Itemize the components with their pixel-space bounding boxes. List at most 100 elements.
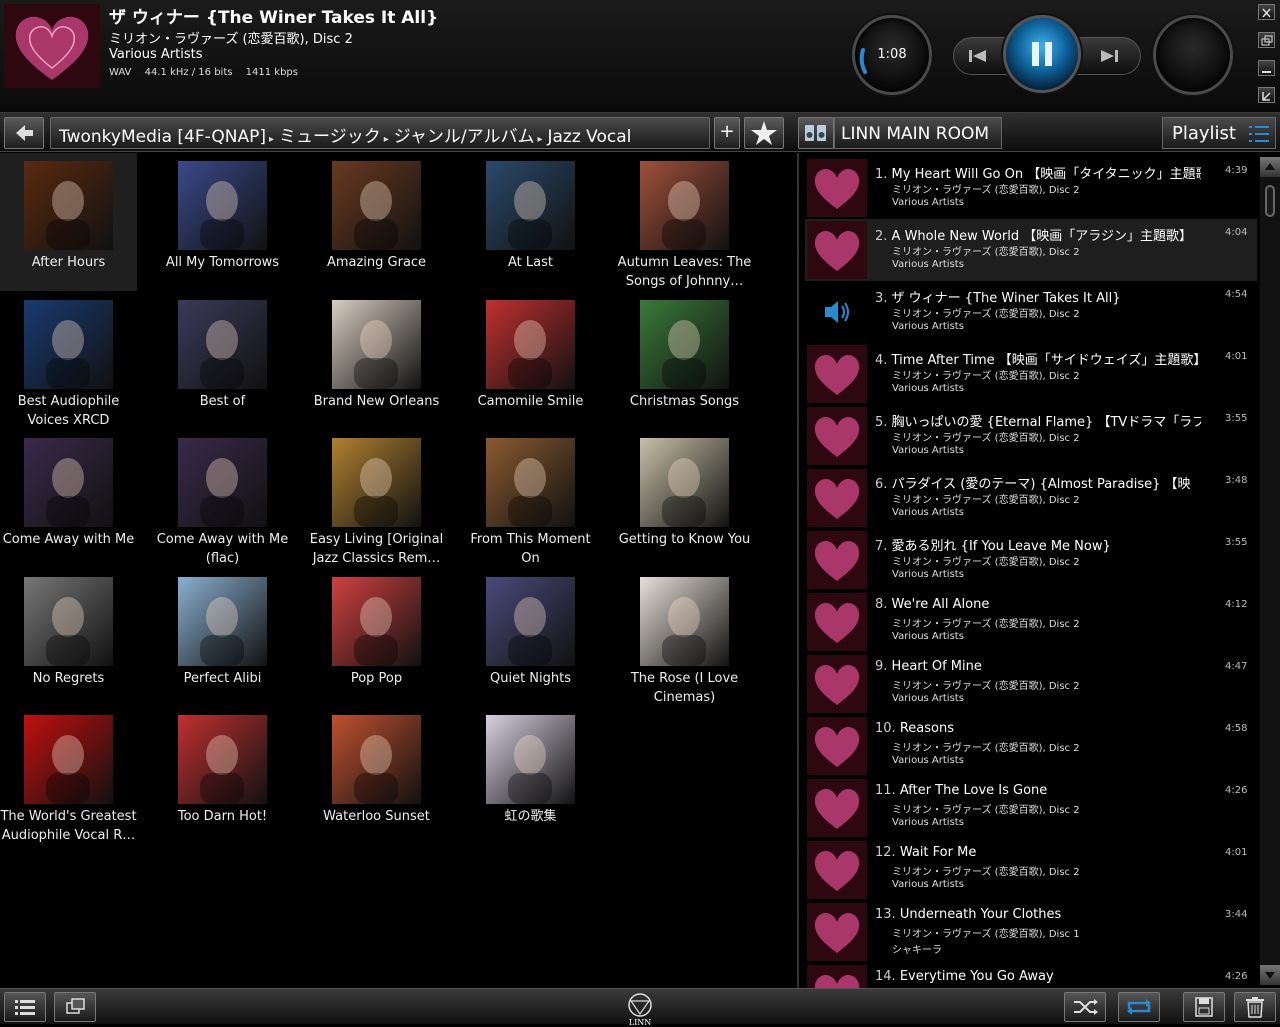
album-cover[interactable] <box>24 300 113 389</box>
album-tile[interactable]: From This Moment On <box>462 430 599 568</box>
album-cover[interactable] <box>24 438 113 527</box>
previous-track-button[interactable] <box>955 40 1000 72</box>
album-tile[interactable]: Autumn Leaves: The Songs of Johnny… <box>616 153 753 291</box>
album-tile[interactable]: At Last <box>462 153 599 291</box>
now-playing-album: ミリオン・ラヴァーズ (恋愛百歌), Disc 2 <box>109 32 353 47</box>
playlist-track[interactable]: 10. Reasons ミリオン・ラヴァーズ (恋愛百歌), Disc 2 Vari… <box>805 715 1257 777</box>
delete-playlist-button[interactable] <box>1234 992 1276 1022</box>
album-tile[interactable]: No Regrets <box>0 569 137 707</box>
playlist-track[interactable]: 14. Everytime You Go Away 4:26 <box>805 963 1257 988</box>
playlist-track[interactable]: 6. パラダイス (愛のテーマ) {Almost Paradise} 【映 ミリオ… <box>805 467 1257 529</box>
album-tile[interactable]: Come Away with Me (flac) <box>154 430 291 568</box>
album-cover[interactable] <box>332 438 421 527</box>
playlist-track[interactable]: 1. My Heart Will Go On 【映画「タイタニック」主題歌】 ミリ… <box>805 157 1257 219</box>
playlist-track[interactable]: 3. ザ ウィナー {The Winer Takes It All} ミリオン・ラ… <box>805 281 1257 343</box>
album-tile[interactable]: Best Audiophile Voices XRCD <box>0 292 137 430</box>
album-tile[interactable]: Brand New Orleans <box>308 292 445 430</box>
repeat-button[interactable] <box>1118 992 1160 1022</box>
album-cover[interactable] <box>24 161 113 250</box>
album-tile[interactable]: Too Darn Hot! <box>154 707 291 845</box>
playlist-track[interactable]: 11. After The Love Is Gone ミリオン・ラヴァーズ (恋愛… <box>805 777 1257 839</box>
track-artist: Various Artists <box>892 817 964 828</box>
album-cover[interactable] <box>486 438 575 527</box>
breadcrumb-item-jazz-vocal[interactable]: Jazz Vocal <box>548 127 632 147</box>
back-button[interactable] <box>4 117 44 149</box>
album-tile[interactable]: Pop Pop <box>308 569 445 707</box>
album-tile[interactable]: Amazing Grace <box>308 153 445 291</box>
linn-logo-icon <box>628 993 652 1017</box>
now-playing-album-art[interactable] <box>4 4 100 88</box>
album-cover[interactable] <box>486 577 575 666</box>
breadcrumb-item-genre-album[interactable]: ジャンル/アルバム <box>394 127 535 147</box>
album-tile[interactable]: After Hours <box>0 153 137 291</box>
restore-window-button[interactable] <box>1258 32 1275 48</box>
playlist-scrollbar[interactable] <box>1260 157 1280 985</box>
window-mode-button[interactable] <box>54 992 96 1022</box>
elapsed-time-dial[interactable]: 1:08 <box>852 15 932 95</box>
album-cover[interactable] <box>332 161 421 250</box>
album-cover[interactable] <box>332 300 421 389</box>
album-cover[interactable] <box>332 577 421 666</box>
album-cover[interactable] <box>640 161 729 250</box>
playlist-track[interactable]: 9. Heart Of Mine ミリオン・ラヴァーズ (恋愛百歌), Disc … <box>805 653 1257 715</box>
playlist-toggle-button[interactable]: Playlist <box>1162 117 1276 149</box>
plus-icon: + <box>719 121 735 142</box>
track-title: After The Love Is Gone <box>899 783 1048 798</box>
scroll-up-button[interactable] <box>1260 157 1280 177</box>
album-cover[interactable] <box>178 438 267 527</box>
album-tile[interactable]: The World's Greatest Audiophile Vocal R… <box>0 707 137 845</box>
album-tile[interactable]: The Rose (I Love Cinemas) <box>616 569 753 707</box>
album-tile[interactable]: Waterloo Sunset <box>308 707 445 845</box>
scrollbar-thumb[interactable] <box>1265 185 1275 217</box>
room-select-button[interactable] <box>798 117 834 149</box>
close-window-button[interactable] <box>1258 4 1275 20</box>
album-cover[interactable] <box>640 300 729 389</box>
album-cover[interactable] <box>486 161 575 250</box>
album-tile[interactable]: Camomile Smile <box>462 292 599 430</box>
album-cover[interactable] <box>640 577 729 666</box>
album-tile[interactable]: All My Tomorrows <box>154 153 291 291</box>
save-playlist-button[interactable] <box>1183 992 1225 1022</box>
mini-mode-button[interactable] <box>1258 87 1275 103</box>
playlist-track[interactable]: 12. Wait For Me ミリオン・ラヴァーズ (恋愛百歌), Disc 2… <box>805 839 1257 901</box>
bookmark-button[interactable] <box>744 117 784 149</box>
minimize-window-button[interactable] <box>1258 60 1275 76</box>
playlist-panel: 1. My Heart Will Go On 【映画「タイタニック」主題歌】 ミリ… <box>797 153 1280 988</box>
scroll-down-button[interactable] <box>1260 965 1280 985</box>
shuffle-button[interactable] <box>1064 992 1106 1022</box>
breadcrumb-item-server[interactable]: TwonkyMedia [4F-QNAP] <box>59 127 266 147</box>
album-cover[interactable] <box>24 577 113 666</box>
album-tile[interactable]: Perfect Alibi <box>154 569 291 707</box>
playlist-track[interactable]: 7. 愛ある別れ {If You Leave Me Now} ミリオン・ラヴァーズ… <box>805 529 1257 591</box>
album-cover[interactable] <box>486 715 575 804</box>
album-cover[interactable] <box>640 438 729 527</box>
album-tile[interactable]: Quiet Nights <box>462 569 599 707</box>
album-cover[interactable] <box>178 715 267 804</box>
next-track-button[interactable] <box>1087 40 1132 72</box>
volume-dial[interactable] <box>1153 15 1233 95</box>
album-tile[interactable]: Come Away with Me <box>0 430 137 568</box>
playlist-track[interactable]: 4. Time After Time 【映画「サイドウェイズ」主題歌】 ミリオン・… <box>805 343 1257 405</box>
breadcrumb-item-music[interactable]: ミュージック <box>279 127 381 147</box>
menu-button[interactable] <box>4 992 46 1022</box>
pause-button[interactable] <box>1003 15 1081 93</box>
album-tile[interactable]: 虹の歌集 <box>462 707 599 845</box>
room-name[interactable]: LINN MAIN ROOM <box>834 117 1002 149</box>
add-button[interactable]: + <box>714 117 740 149</box>
album-cover[interactable] <box>178 300 267 389</box>
playlist-track[interactable]: 8. We're All Alone ミリオン・ラヴァーズ (恋愛百歌), Dis… <box>805 591 1257 653</box>
album-cover[interactable] <box>332 715 421 804</box>
playlist-track[interactable]: 13. Underneath Your Clothes ミリオン・ラヴァーズ (恋… <box>805 901 1257 963</box>
playlist-track[interactable]: 5. 胸いっぱいの愛 {Eternal Flame} 【TVドラマ「ラブ ミリオン… <box>805 405 1257 467</box>
album-tile[interactable]: Best of <box>154 292 291 430</box>
album-tile[interactable]: Easy Living [Original Jazz Classics Rem… <box>308 430 445 568</box>
heart-art-icon <box>807 345 867 403</box>
playlist-track[interactable]: 2. A Whole New World 【映画「アラジン」主題歌】 ミリオン・ラ… <box>805 219 1257 281</box>
album-cover[interactable] <box>486 300 575 389</box>
album-cover[interactable] <box>24 715 113 804</box>
album-tile[interactable]: Christmas Songs <box>616 292 753 430</box>
album-cover[interactable] <box>178 577 267 666</box>
album-cover[interactable] <box>178 161 267 250</box>
album-tile[interactable]: Getting to Know You <box>616 430 753 568</box>
album-title: Camomile Smile <box>477 394 584 409</box>
